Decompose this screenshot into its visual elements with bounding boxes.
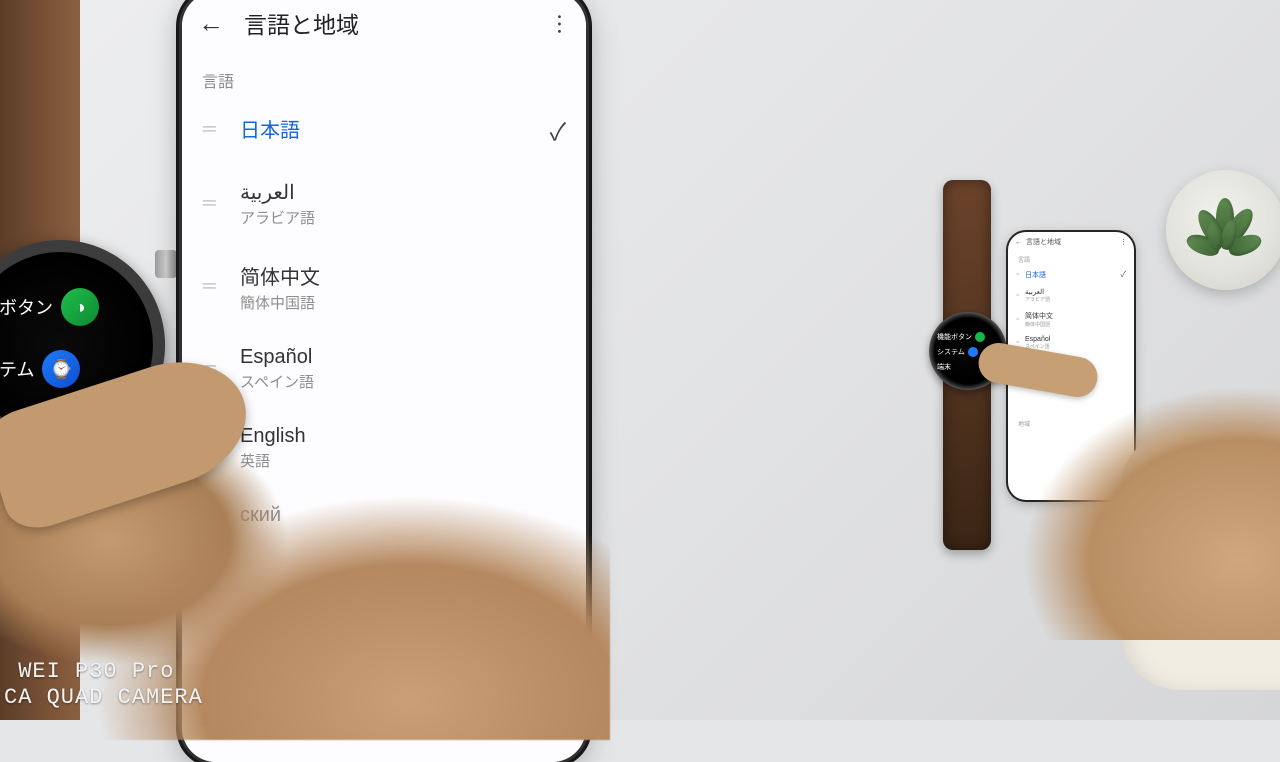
- drag-handle-icon[interactable]: =: [1016, 340, 1022, 346]
- camera-watermark: WEI P30 Pro CA QUAD CAMERA: [4, 659, 203, 710]
- drag-handle-icon[interactable]: ==: [202, 360, 228, 378]
- language-secondary: スペイン語: [240, 371, 566, 392]
- drag-handle-icon[interactable]: ==: [202, 195, 228, 213]
- page-title: 言語と地域: [244, 6, 530, 40]
- drag-handle-icon[interactable]: =: [1016, 272, 1022, 278]
- watch-menu-item-label[interactable]: 端末: [937, 362, 951, 372]
- language-secondary: アラビア語: [240, 207, 566, 228]
- drag-handle-icon[interactable]: ==: [202, 278, 228, 296]
- language-item[interactable]: ский: [188, 488, 580, 546]
- language-item[interactable]: = 日本語 ✓: [1008, 265, 1134, 284]
- region-section-label: 地域: [1008, 416, 1134, 429]
- back-icon[interactable]: ←: [198, 10, 224, 36]
- drag-handle-icon[interactable]: =: [1016, 362, 1022, 368]
- phone-overhead: ← 言語と地域 ⋮ 言語 = 日本語 ✓ = العربيةアラビア語 = 简体…: [1008, 232, 1134, 500]
- drag-handle-icon[interactable]: ==: [202, 121, 228, 139]
- language-item[interactable]: == العربية アラビア語: [188, 164, 580, 245]
- watch-menu-item-label[interactable]: 機能ボタン: [0, 294, 53, 320]
- language-item[interactable]: = 简体中文簡体中国語: [1008, 307, 1134, 332]
- language-section-label: 言語: [1008, 252, 1134, 265]
- system-icon: ⌚: [42, 350, 80, 388]
- language-item[interactable]: == 简体中文 簡体中国語: [188, 245, 580, 330]
- button-function-icon: [975, 332, 985, 342]
- phone-closeup: ← 言語と地域 ⋯ 言語 == 日本語 ✓ == العربية アラビア語: [182, 0, 586, 762]
- language-item[interactable]: == English 英語: [188, 409, 580, 488]
- language-secondary: 簡体中国語: [240, 292, 566, 313]
- app-header: ← 言語と地域 ⋯: [182, 0, 586, 50]
- language-primary: ский: [240, 504, 566, 527]
- watch-crown: [155, 250, 177, 278]
- watch-menu-item-label[interactable]: システム: [937, 347, 965, 357]
- smartwatch-overhead[interactable]: 機能ボタン システム 端末: [929, 312, 1007, 390]
- drag-handle-icon[interactable]: ==: [202, 439, 228, 457]
- language-primary: 简体中文: [240, 261, 566, 290]
- mini-app-header: ← 言語と地域 ⋮: [1008, 232, 1134, 252]
- language-secondary: 英語: [240, 450, 566, 471]
- add-language-truncated[interactable]: 言: [402, 608, 420, 634]
- succulent-plant: [1166, 170, 1280, 290]
- language-primary: العربية: [240, 180, 566, 205]
- language-item[interactable]: = العربيةアラビア語: [1008, 284, 1134, 307]
- language-section-label: 言語: [182, 50, 586, 96]
- language-item[interactable]: = English英語: [1008, 354, 1134, 376]
- back-icon[interactable]: ←: [1015, 239, 1022, 246]
- language-item[interactable]: = Españolスペイン語: [1008, 332, 1134, 354]
- language-item[interactable]: == 日本語 ✓: [188, 96, 580, 164]
- more-icon[interactable]: ⋯: [544, 13, 576, 33]
- mini-language-list: = 日本語 ✓ = العربيةアラビア語 = 简体中文簡体中国語 = Esp…: [1008, 265, 1134, 376]
- language-list: == 日本語 ✓ == العربية アラビア語 == 简体中文 簡体中国語: [182, 96, 586, 546]
- more-icon[interactable]: ⋮: [1120, 238, 1127, 246]
- language-primary: Español: [240, 346, 566, 369]
- language-item[interactable]: == Español スペイン語: [188, 330, 580, 409]
- drag-handle-icon[interactable]: =: [1016, 293, 1022, 299]
- page-title: 言語と地域: [1026, 237, 1061, 247]
- check-icon: ✓: [550, 112, 566, 147]
- button-function-icon: ◑: [61, 288, 99, 326]
- watch-menu-item-label[interactable]: システム: [0, 356, 34, 382]
- language-primary: English: [240, 425, 566, 448]
- language-primary: 日本語: [240, 114, 550, 143]
- phone-screen[interactable]: ← 言語と地域 ⋯ 言語 == 日本語 ✓ == العربية アラビア語: [182, 0, 586, 762]
- check-icon: ✓: [1121, 269, 1126, 280]
- drag-handle-icon[interactable]: =: [1016, 317, 1022, 323]
- system-icon: [968, 347, 978, 357]
- watch-menu-item-label[interactable]: 機能ボタン: [937, 332, 972, 342]
